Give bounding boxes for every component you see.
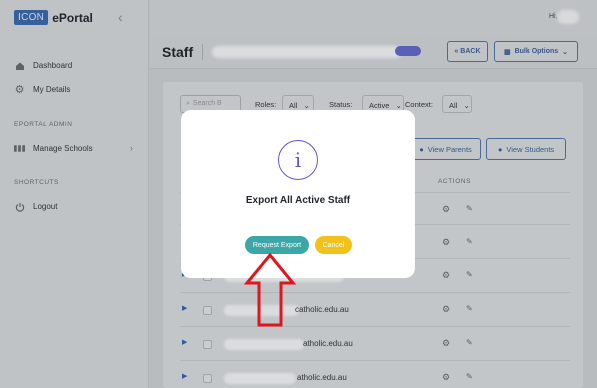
bulk-icon: ▦	[503, 48, 511, 56]
chevron-right-icon: ›	[130, 143, 133, 153]
email-domain: atholic.edu.au	[303, 339, 353, 348]
sidebar-item-my-details[interactable]: ⚙ My Details	[14, 84, 71, 96]
top-bar: Hi, c	[150, 0, 597, 36]
cancel-button[interactable]: Cancel	[315, 236, 352, 254]
email-domain: catholic.edu.au	[295, 305, 349, 314]
gear-icon[interactable]: ⚙	[442, 304, 450, 315]
actions-column-header: ACTIONS	[438, 178, 472, 185]
info-icon: i	[278, 140, 318, 180]
sidebar-item-manage-schools[interactable]: Manage Schools	[14, 143, 93, 154]
row-divider	[180, 360, 570, 361]
view-parents-button[interactable]: ● View Parents	[410, 138, 481, 160]
status-value: Active	[369, 101, 390, 110]
gear-icon[interactable]: ⚙	[442, 204, 450, 215]
edit-icon[interactable]: ✎	[466, 237, 473, 246]
email-redacted	[224, 339, 304, 350]
title-divider	[202, 44, 203, 60]
chevron-left-icon[interactable]: ‹	[118, 9, 123, 25]
chevron-down-icon: ⌄	[395, 101, 402, 110]
search-icon: ⌕	[186, 100, 190, 107]
back-button[interactable]: « BACK	[447, 41, 488, 62]
sidebar: ICON ePortal ‹ Dashboard ⚙ My Details EP…	[0, 0, 149, 388]
brand-box: ICON	[14, 10, 49, 25]
row-divider	[180, 292, 570, 293]
sidebar-item-label: Logout	[33, 202, 58, 211]
sidebar-item-label: Manage Schools	[33, 144, 93, 153]
chevron-down-icon: ⌄	[463, 101, 470, 110]
view-students-label: View Students	[506, 144, 555, 154]
bulk-options-button[interactable]: ▦ Bulk Options ⌄	[494, 41, 578, 62]
expand-icon[interactable]: ▶	[182, 304, 187, 312]
row-checkbox[interactable]	[203, 340, 212, 349]
export-modal: i Export All Active Staff Request Export…	[181, 110, 415, 278]
context-select[interactable]: All ⌄	[442, 95, 472, 113]
user-icon: ●	[497, 144, 503, 154]
section-label-shortcuts: SHORTCUTS	[14, 179, 59, 186]
view-students-button[interactable]: ● View Students	[486, 138, 566, 160]
sidebar-item-logout[interactable]: Logout	[14, 201, 57, 212]
page-header: Staff « BACK ▦ Bulk Options ⌄	[150, 36, 597, 69]
edit-icon[interactable]: ✎	[466, 204, 473, 213]
page-title: Staff	[162, 44, 194, 60]
status-label: Status:	[329, 100, 353, 109]
sidebar-item-label: Dashboard	[33, 61, 73, 70]
row-checkbox[interactable]	[203, 306, 212, 315]
gear-icon[interactable]: ⚙	[442, 338, 450, 349]
request-export-button[interactable]: Request Export	[245, 236, 309, 254]
chevron-down-icon: ⌄	[303, 101, 310, 110]
brand-name: ePortal	[52, 10, 93, 25]
sidebar-item-dashboard[interactable]: Dashboard	[14, 60, 72, 71]
roles-value: All	[289, 101, 298, 110]
sidebar-item-label: My Details	[33, 85, 71, 94]
power-icon	[14, 201, 25, 212]
modal-title: Export All Active Staff	[245, 195, 351, 206]
school-name-redacted	[212, 46, 402, 58]
brand-logo[interactable]: ICON ePortal	[14, 10, 93, 25]
context-value: All	[449, 101, 458, 110]
dashboard-icon	[14, 60, 25, 71]
search-placeholder: Search B	[192, 100, 222, 107]
edit-icon[interactable]: ✎	[466, 372, 473, 381]
up-arrow-annotation-icon	[244, 253, 296, 327]
section-label-admin: EPORTAL ADMIN	[14, 121, 73, 128]
chevron-down-icon: ⌄	[562, 48, 569, 56]
edit-icon[interactable]: ✎	[466, 270, 473, 279]
expand-icon[interactable]: ▶	[182, 338, 187, 346]
edit-icon[interactable]: ✎	[466, 304, 473, 313]
roles-label: Roles:	[255, 100, 277, 109]
user-name-redacted	[557, 10, 579, 24]
gear-icon[interactable]: ⚙	[442, 237, 450, 248]
gear-icon[interactable]: ⚙	[442, 270, 450, 281]
bulk-options-label: Bulk Options	[514, 48, 559, 55]
row-checkbox[interactable]	[203, 374, 212, 383]
email-domain: atholic.edu.au	[297, 373, 347, 382]
email-redacted	[224, 373, 296, 384]
view-parents-label: View Parents	[427, 144, 472, 154]
schools-icon	[14, 143, 25, 154]
context-label: Context:	[405, 100, 433, 109]
back-button-label: « BACK	[454, 48, 481, 55]
edit-icon[interactable]: ✎	[466, 338, 473, 347]
expand-icon[interactable]: ▶	[182, 372, 187, 380]
title-badge	[395, 46, 421, 56]
gear-icon: ⚙	[14, 84, 25, 96]
user-icon: ●	[419, 144, 424, 154]
gear-icon[interactable]: ⚙	[442, 372, 450, 383]
row-divider	[180, 326, 570, 327]
